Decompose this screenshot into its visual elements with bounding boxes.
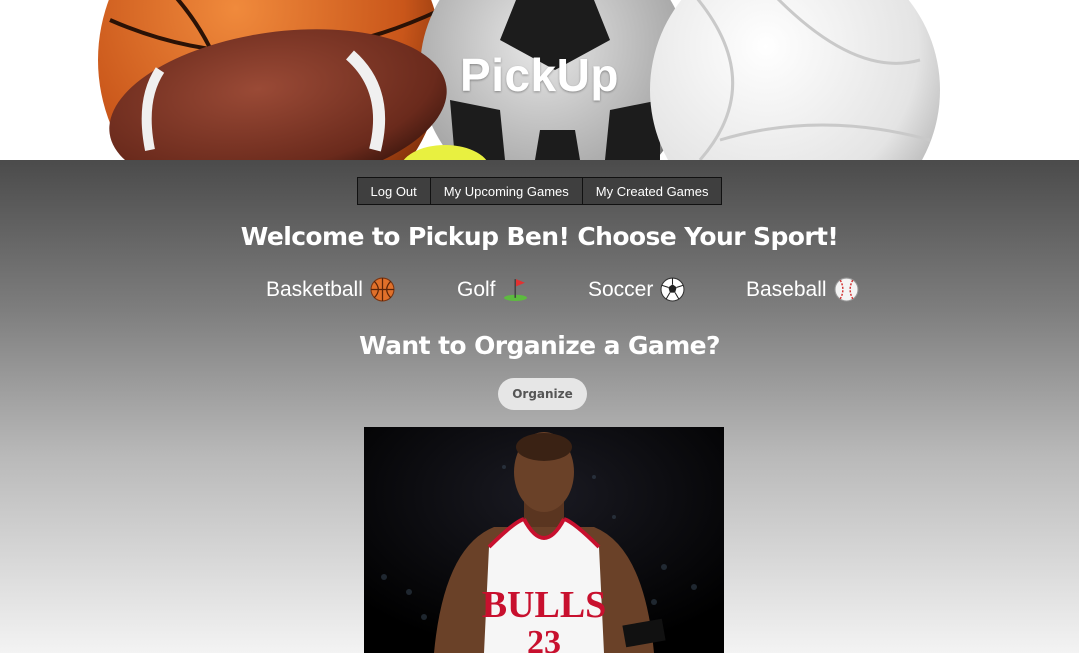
- logout-button[interactable]: Log Out: [356, 177, 431, 205]
- basketball-icon: [370, 277, 395, 302]
- golf-flag-icon: [503, 279, 527, 301]
- hero-banner: PickUp: [0, 0, 1079, 160]
- my-upcoming-games-button[interactable]: My Upcoming Games: [430, 177, 583, 205]
- welcome-heading: Welcome to Pickup Ben! Choose Your Sport…: [240, 222, 839, 251]
- featured-player-image: BULLS 23: [364, 427, 724, 653]
- sport-link-baseball[interactable]: Baseball: [746, 277, 859, 302]
- sport-link-basketball[interactable]: Basketball: [266, 277, 395, 302]
- sport-label: Golf: [457, 277, 496, 301]
- basketball-player-photo: BULLS 23: [364, 427, 724, 653]
- sport-label: Baseball: [746, 277, 827, 301]
- baseball-icon: [834, 277, 859, 302]
- sport-label: Basketball: [266, 277, 363, 301]
- organize-button[interactable]: Organize: [498, 378, 587, 410]
- organize-heading: Want to Organize a Game?: [359, 331, 720, 360]
- app-title: PickUp: [460, 49, 619, 101]
- sport-link-soccer[interactable]: Soccer: [588, 277, 685, 302]
- main-section: Log Out My Upcoming Games My Created Gam…: [0, 160, 1079, 653]
- jersey-team-text: BULLS: [482, 584, 607, 626]
- jersey-number-text: 23: [527, 624, 561, 653]
- nav-bar: Log Out My Upcoming Games My Created Gam…: [0, 177, 1079, 205]
- sport-link-golf[interactable]: Golf: [457, 277, 528, 302]
- sport-label: Soccer: [588, 277, 654, 301]
- sport-list: Basketball Golf Soccer Baseball: [0, 277, 1079, 307]
- my-created-games-button[interactable]: My Created Games: [582, 177, 723, 205]
- soccer-ball-icon: [660, 277, 685, 302]
